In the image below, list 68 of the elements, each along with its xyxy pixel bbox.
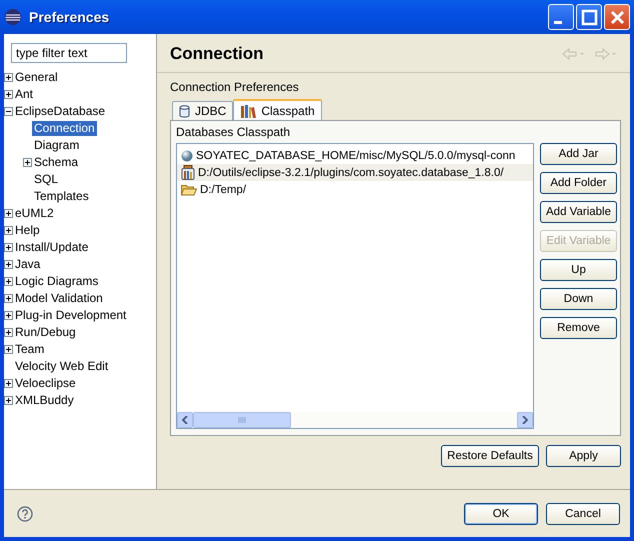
- folder-icon: [181, 183, 197, 196]
- tree-item[interactable]: Help: [13, 223, 42, 238]
- classpath-entry[interactable]: SOYATEC_DATABASE_HOME/misc/MySQL/5.0.0/mysql-conn: [177, 147, 533, 164]
- collapse-icon[interactable]: [4, 107, 13, 116]
- expand-icon[interactable]: [4, 328, 13, 337]
- expand-icon[interactable]: [4, 311, 13, 320]
- classpath-entry[interactable]: D:/Outils/eclipse-3.2.1/plugins/com.soyatec.database_1.8.0/: [177, 164, 533, 181]
- expand-icon[interactable]: [23, 158, 32, 167]
- app-logo-icon: [4, 8, 22, 26]
- tree-item[interactable]: Templates: [32, 189, 91, 204]
- group-label: Databases Classpath: [176, 125, 292, 139]
- side-button[interactable]: Up: [540, 259, 617, 281]
- ok-button[interactable]: OK: [464, 502, 538, 524]
- tree-item[interactable]: Schema: [32, 155, 80, 170]
- tree-item[interactable]: Plug-in Development: [13, 308, 128, 323]
- close-button[interactable]: [604, 4, 630, 30]
- minimize-button[interactable]: [548, 4, 574, 30]
- window-title: Preferences: [29, 9, 110, 25]
- page-title: Connection: [170, 44, 264, 64]
- tree-item[interactable]: Veloeclipse: [13, 376, 78, 391]
- horizontal-scrollbar[interactable]: [177, 412, 533, 428]
- restore-defaults-button[interactable]: Restore Defaults: [441, 445, 539, 467]
- tree-item[interactable]: Diagram: [32, 138, 82, 153]
- expand-icon[interactable]: [4, 90, 13, 99]
- tree-item[interactable]: General: [13, 70, 60, 85]
- expand-icon[interactable]: [4, 226, 13, 235]
- grip-icon: [238, 417, 246, 423]
- expand-icon[interactable]: [4, 277, 13, 286]
- expand-icon[interactable]: [4, 396, 13, 405]
- tree-item[interactable]: Run/Debug: [13, 325, 78, 340]
- help-icon[interactable]: [17, 506, 33, 522]
- side-button[interactable]: Add Folder: [540, 172, 617, 194]
- tab[interactable]: Classpath: [233, 99, 322, 120]
- side-button[interactable]: Down: [540, 288, 617, 310]
- expand-icon[interactable]: [4, 294, 13, 303]
- tree-item[interactable]: Install/Update: [13, 240, 90, 255]
- filter-field[interactable]: type filter text: [11, 43, 127, 63]
- tree-item[interactable]: Ant: [13, 87, 36, 102]
- tree-item[interactable]: Logic Diagrams: [13, 274, 100, 289]
- side-button[interactable]: Remove: [540, 317, 617, 339]
- jar-icon: [181, 165, 195, 180]
- tree-item[interactable]: Velocity Web Edit: [13, 359, 110, 374]
- tree-item[interactable]: Model Validation: [13, 291, 105, 306]
- tree-item[interactable]: SQL: [32, 172, 60, 187]
- side-button[interactable]: Add Jar: [540, 143, 617, 165]
- tree-item[interactable]: Java: [13, 257, 42, 272]
- books-icon: [240, 104, 256, 118]
- expand-icon[interactable]: [4, 345, 13, 354]
- side-button[interactable]: Add Variable: [540, 201, 617, 223]
- tree-item[interactable]: eUML2: [13, 206, 56, 221]
- tree-item[interactable]: Connection: [32, 121, 97, 136]
- minimize-icon: [554, 20, 562, 24]
- database-icon: [179, 104, 190, 118]
- classpath-entry[interactable]: D:/Temp/: [177, 181, 533, 198]
- expand-icon[interactable]: [4, 260, 13, 269]
- expand-icon[interactable]: [4, 243, 13, 252]
- cancel-button[interactable]: Cancel: [546, 502, 620, 524]
- expand-icon[interactable]: [4, 379, 13, 388]
- maximize-button[interactable]: [576, 4, 602, 30]
- apply-button[interactable]: Apply: [546, 445, 621, 467]
- tree-item[interactable]: Team: [13, 342, 46, 357]
- globe-icon: [181, 150, 193, 162]
- tab[interactable]: JDBC: [172, 101, 234, 120]
- expand-icon[interactable]: [4, 209, 13, 218]
- expand-icon[interactable]: [4, 73, 13, 82]
- section-label: Connection Preferences: [170, 80, 300, 94]
- tree-item[interactable]: XMLBuddy: [13, 393, 76, 408]
- tree-item[interactable]: EclipseDatabase: [13, 104, 108, 119]
